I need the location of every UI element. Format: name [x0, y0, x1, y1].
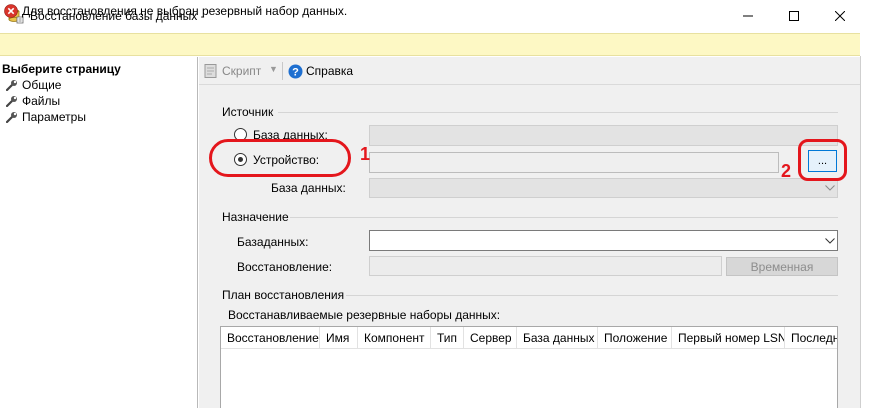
minimize-button[interactable]	[725, 0, 771, 32]
script-button[interactable]: Скрипт	[222, 64, 261, 78]
column-header[interactable]: Первый номер LSN	[672, 327, 785, 349]
column-header[interactable]: Положение	[598, 327, 672, 349]
page-item-label: Параметры	[22, 110, 86, 124]
column-header[interactable]: Имя	[320, 327, 358, 349]
backup-sets-label: Восстанавливаемые резервные наборы данны…	[228, 308, 501, 322]
source-group-label: Источник	[222, 105, 274, 119]
backup-sets-table[interactable]: Восстановление Имя Компонент Тип Сервер …	[220, 326, 838, 408]
column-header[interactable]: Последн	[785, 327, 837, 349]
annotation-highlight-device	[209, 139, 351, 177]
column-header[interactable]: Восстановление	[221, 327, 320, 349]
error-message: Для восстановления не выбран резервный н…	[22, 4, 348, 18]
maximize-icon	[789, 11, 799, 21]
page-selector-header: Выберите страницу	[2, 62, 121, 76]
error-icon	[4, 4, 18, 18]
maximize-button[interactable]	[771, 0, 817, 32]
device-path-field	[369, 152, 779, 173]
page-item-label: Общие	[22, 78, 62, 92]
page-item-parameters[interactable]: Параметры	[6, 109, 86, 125]
chevron-down-icon	[823, 181, 837, 195]
help-icon[interactable]: ?	[288, 64, 303, 82]
minimize-icon	[743, 15, 753, 17]
divider	[346, 295, 838, 296]
destination-group-label: Назначение	[222, 210, 289, 224]
close-icon	[835, 11, 845, 21]
destination-database-label: Базаданных:	[237, 235, 309, 249]
help-button[interactable]: Справка	[306, 64, 353, 78]
script-icon[interactable]	[203, 63, 219, 82]
wrench-icon	[6, 96, 17, 107]
column-header[interactable]: Компонент	[358, 327, 431, 349]
timeline-button: Временная	[726, 257, 838, 276]
table-header: Восстановление Имя Компонент Тип Сервер …	[221, 327, 837, 349]
svg-text:?: ?	[292, 66, 299, 78]
column-header[interactable]: Сервер	[464, 327, 517, 349]
error-bar	[0, 33, 860, 56]
restore-to-field	[369, 256, 722, 276]
divider	[860, 56, 861, 408]
wrench-icon	[6, 112, 17, 123]
annotation-number: 2	[781, 161, 792, 181]
destination-database-combo[interactable]	[369, 230, 838, 251]
divider	[290, 217, 838, 218]
column-header[interactable]: База данных	[517, 327, 598, 349]
page-item-label: Файлы	[22, 94, 61, 108]
divider	[278, 112, 838, 113]
source-database-combo	[369, 125, 838, 146]
page-item-files[interactable]: Файлы	[6, 93, 60, 109]
toolbar-separator	[282, 62, 283, 80]
close-button[interactable]	[817, 0, 863, 32]
chevron-down-icon[interactable]: ▼	[269, 64, 278, 74]
window-right-edge	[860, 33, 886, 408]
page-item-general[interactable]: Общие	[6, 77, 61, 93]
annotation-number: 1	[360, 144, 371, 164]
annotation-highlight-browse	[798, 139, 847, 181]
device-database-label: База данных:	[271, 181, 346, 195]
chevron-down-icon[interactable]	[823, 234, 837, 248]
restore-plan-group-label: План восстановления	[222, 288, 345, 302]
wrench-icon	[6, 80, 17, 91]
restore-to-label: Восстановление:	[237, 260, 333, 274]
column-header[interactable]: Тип	[431, 327, 464, 349]
device-database-combo	[369, 178, 838, 198]
